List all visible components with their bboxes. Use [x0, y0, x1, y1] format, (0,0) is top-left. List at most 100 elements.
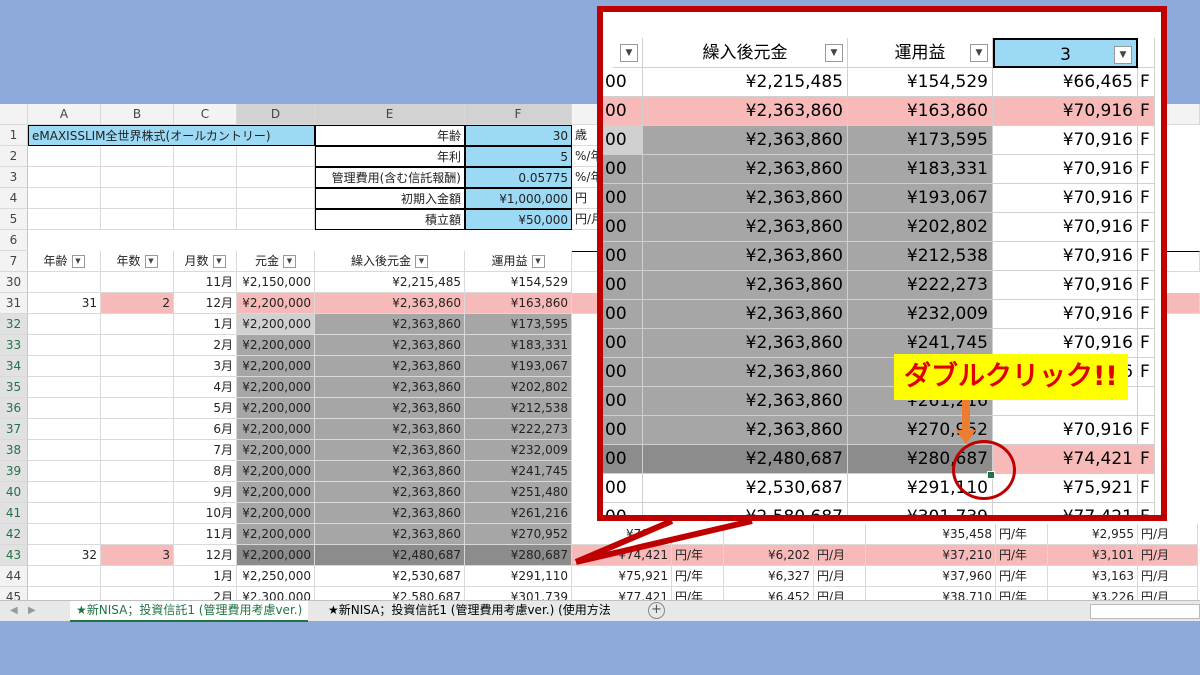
right-cell-u1[interactable]: 円/年	[672, 545, 724, 566]
principal-cell[interactable]: ¥2,200,000	[237, 356, 315, 377]
row-header[interactable]: 41	[0, 503, 28, 524]
select-all-corner[interactable]	[0, 104, 28, 125]
cell[interactable]	[174, 167, 237, 188]
prev-sheet-icon[interactable]: ◀	[10, 601, 18, 620]
right-cell-annual2[interactable]: ¥35,458	[866, 524, 996, 545]
profit-cell[interactable]: ¥232,009	[465, 440, 572, 461]
param-value-input[interactable]: 0.05775	[465, 167, 572, 188]
row-header[interactable]: 30	[0, 272, 28, 293]
years-cell[interactable]: 2	[101, 293, 174, 314]
right-cell-annual2[interactable]: ¥37,210	[866, 545, 996, 566]
row-header[interactable]: 37	[0, 419, 28, 440]
after-principal-cell[interactable]: ¥2,363,860	[315, 398, 465, 419]
column-header-b[interactable]: B	[101, 104, 174, 125]
age-cell[interactable]	[28, 398, 101, 419]
years-cell[interactable]	[101, 377, 174, 398]
principal-cell[interactable]: ¥2,200,000	[237, 461, 315, 482]
row-header[interactable]: 6	[0, 230, 28, 251]
profit-cell[interactable]: ¥212,538	[465, 398, 572, 419]
column-header-a[interactable]: A	[28, 104, 101, 125]
row-header[interactable]: 35	[0, 377, 28, 398]
profit-cell[interactable]: ¥183,331	[465, 335, 572, 356]
right-cell-monthly[interactable]	[724, 524, 814, 545]
filter-dropdown-icon[interactable]: ▼	[71, 255, 85, 268]
horizontal-scrollbar[interactable]	[1090, 604, 1200, 619]
row-header[interactable]: 5	[0, 209, 28, 230]
age-cell[interactable]	[28, 440, 101, 461]
sheet-tab-active[interactable]: ★新NISA；投資信託1 (管理費用考慮ver.)	[70, 601, 309, 622]
right-cell-u2[interactable]: 円/月	[814, 545, 866, 566]
month-cell[interactable]: 12月	[174, 293, 237, 314]
filter-dropdown-icon[interactable]: ▼	[531, 255, 545, 268]
cell[interactable]	[237, 209, 315, 230]
right-cell-monthly2[interactable]: ¥3,101	[1048, 545, 1138, 566]
month-cell[interactable]: 7月	[174, 440, 237, 461]
row-header[interactable]: 3	[0, 167, 28, 188]
years-cell[interactable]	[101, 398, 174, 419]
principal-cell[interactable]: ¥2,200,000	[237, 293, 315, 314]
row-header[interactable]: 38	[0, 440, 28, 461]
month-cell[interactable]: 8月	[174, 461, 237, 482]
years-cell[interactable]	[101, 356, 174, 377]
after-principal-cell[interactable]: ¥2,363,860	[315, 377, 465, 398]
month-cell[interactable]: 6月	[174, 419, 237, 440]
sheet-tab-usage[interactable]: ★新NISA；投資信託1 (管理費用考慮ver.) (使用方法	[322, 601, 617, 620]
age-cell[interactable]	[28, 314, 101, 335]
row-header[interactable]: 36	[0, 398, 28, 419]
principal-cell[interactable]: ¥2,150,000	[237, 272, 315, 293]
principal-cell[interactable]: ¥2,200,000	[237, 377, 315, 398]
month-cell[interactable]: 2月	[174, 335, 237, 356]
zoom-filter-dropdown-icon[interactable]: ▼	[970, 44, 988, 62]
column-header-d[interactable]: D	[237, 104, 315, 125]
right-cell-u2[interactable]: 円/月	[814, 566, 866, 587]
cell[interactable]	[174, 188, 237, 209]
years-cell[interactable]	[101, 440, 174, 461]
row-header[interactable]: 40	[0, 482, 28, 503]
right-cell-u3[interactable]: 円/年	[996, 524, 1048, 545]
column-header-e[interactable]: E	[315, 104, 465, 125]
cell[interactable]	[237, 146, 315, 167]
month-cell[interactable]: 5月	[174, 398, 237, 419]
filter-dropdown-icon[interactable]: ▼	[144, 255, 158, 268]
fund-name-cell[interactable]: eMAXISSLIM全世界株式(オールカントリー)	[28, 125, 315, 146]
right-cell-annual[interactable]: ¥70,91	[572, 524, 672, 545]
right-cell-u1[interactable]: 円/年	[672, 566, 724, 587]
principal-cell[interactable]: ¥2,200,000	[237, 419, 315, 440]
profit-cell[interactable]: ¥241,745	[465, 461, 572, 482]
right-cell-annual2[interactable]: ¥37,960	[866, 566, 996, 587]
right-cell-u4[interactable]: 円/月	[1138, 524, 1198, 545]
row-header[interactable]: 2	[0, 146, 28, 167]
filter-dropdown-icon[interactable]: ▼	[283, 255, 296, 268]
row-header[interactable]: 7	[0, 251, 28, 272]
profit-cell[interactable]: ¥202,802	[465, 377, 572, 398]
right-cell-monthly2[interactable]: ¥3,163	[1048, 566, 1138, 587]
after-principal-cell[interactable]: ¥2,215,485	[315, 272, 465, 293]
profit-cell[interactable]: ¥173,595	[465, 314, 572, 335]
after-principal-cell[interactable]: ¥2,363,860	[315, 419, 465, 440]
age-cell[interactable]: 31	[28, 293, 101, 314]
zoom-filter-dropdown-icon[interactable]: ▼	[620, 44, 638, 62]
cell[interactable]	[28, 209, 101, 230]
param-value-input[interactable]: ¥1,000,000	[465, 188, 572, 209]
month-cell[interactable]: 1月	[174, 314, 237, 335]
right-cell-u4[interactable]: 円/月	[1138, 566, 1198, 587]
cell[interactable]	[174, 146, 237, 167]
after-principal-cell[interactable]: ¥2,363,860	[315, 482, 465, 503]
next-sheet-icon[interactable]: ▶	[28, 601, 36, 620]
years-cell[interactable]	[101, 335, 174, 356]
age-cell[interactable]	[28, 335, 101, 356]
row-header[interactable]: 4	[0, 188, 28, 209]
right-cell-monthly2[interactable]: ¥2,955	[1048, 524, 1138, 545]
param-value-input[interactable]: 30	[465, 125, 572, 146]
row-header[interactable]: 32	[0, 314, 28, 335]
age-cell[interactable]	[28, 503, 101, 524]
age-cell[interactable]	[28, 272, 101, 293]
principal-cell[interactable]: ¥2,200,000	[237, 440, 315, 461]
after-principal-cell[interactable]: ¥2,363,860	[315, 440, 465, 461]
filter-dropdown-icon[interactable]: ▼	[415, 255, 428, 268]
profit-cell[interactable]: ¥222,273	[465, 419, 572, 440]
cell[interactable]	[237, 167, 315, 188]
month-cell[interactable]: 3月	[174, 356, 237, 377]
after-principal-cell[interactable]: ¥2,363,860	[315, 335, 465, 356]
years-cell[interactable]	[101, 503, 174, 524]
